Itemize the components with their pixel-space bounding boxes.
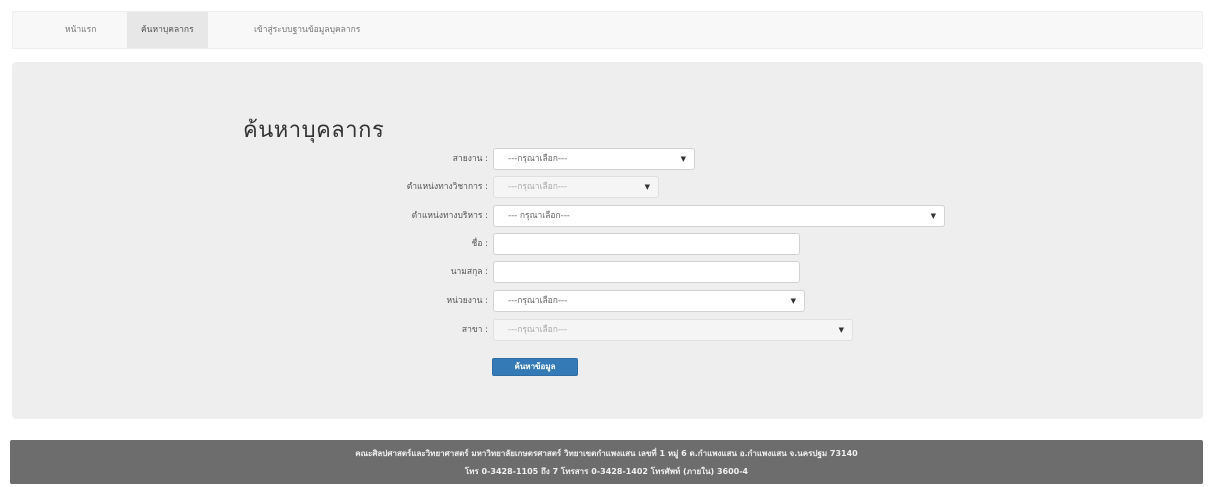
admin-position-select[interactable]: --- กรุณาเลือก--- ▼ <box>493 205 945 227</box>
chevron-down-icon: ▼ <box>838 326 844 334</box>
line-select[interactable]: ---กรุณาเลือก--- ▼ <box>493 148 695 170</box>
chevron-down-icon: ▼ <box>790 297 796 305</box>
field-label-admin-position: ตำแหน่งทางบริหาร : <box>411 211 488 221</box>
field-label-branch: สาขา : <box>461 325 488 335</box>
last-name-input[interactable] <box>493 261 800 283</box>
chevron-down-icon: ▼ <box>680 155 686 163</box>
top-navbar: หน้าแรก ค้นหาบุคลากร เข้าสู่ระบบฐานข้อมู… <box>12 11 1203 49</box>
first-name-input[interactable] <box>493 233 800 255</box>
nav-item-home[interactable]: หน้าแรก <box>51 12 110 48</box>
branch-select[interactable]: ---กรุณาเลือก--- ▼ <box>493 319 853 341</box>
academic-position-select[interactable]: ---กรุณาเลือก--- ▼ <box>493 176 659 198</box>
field-label-academic-position: ตำแหน่งทางวิชาการ : <box>406 182 488 192</box>
footer-contact: โทร 0-3428-1105 ถึง 7 โทรสาร 0-3428-1402… <box>464 467 749 476</box>
field-label-last-name: นามสกุล : <box>450 267 488 277</box>
line-select-value: ---กรุณาเลือก--- <box>508 154 568 164</box>
nav-item-search-personnel[interactable]: ค้นหาบุคลากร <box>127 12 208 48</box>
nav-item-login[interactable]: เข้าสู่ระบบฐานข้อมูลบุคลากร <box>240 12 374 48</box>
footer-address: คณะศิลปศาสตร์และวิทยาศาสตร์ มหาวิทยาลัยเ… <box>355 449 858 458</box>
field-label-department: หน่วยงาน : <box>446 296 488 306</box>
academic-position-select-value: ---กรุณาเลือก--- <box>508 182 568 192</box>
department-select-value: ---กรุณาเลือก--- <box>508 296 568 306</box>
search-button[interactable]: ค้นหาข้อมูล <box>492 358 578 376</box>
field-label-line: สายงาน : <box>452 154 488 164</box>
footer: คณะศิลปศาสตร์และวิทยาศาสตร์ มหาวิทยาลัยเ… <box>10 440 1203 484</box>
chevron-down-icon: ▼ <box>644 183 650 191</box>
branch-select-value: ---กรุณาเลือก--- <box>508 325 568 335</box>
department-select[interactable]: ---กรุณาเลือก--- ▼ <box>493 290 805 312</box>
field-label-first-name: ชื่อ : <box>471 239 488 249</box>
page-title: ค้นหาบุคลากร <box>243 118 385 143</box>
chevron-down-icon: ▼ <box>930 212 936 220</box>
admin-position-select-value: --- กรุณาเลือก--- <box>508 211 570 221</box>
